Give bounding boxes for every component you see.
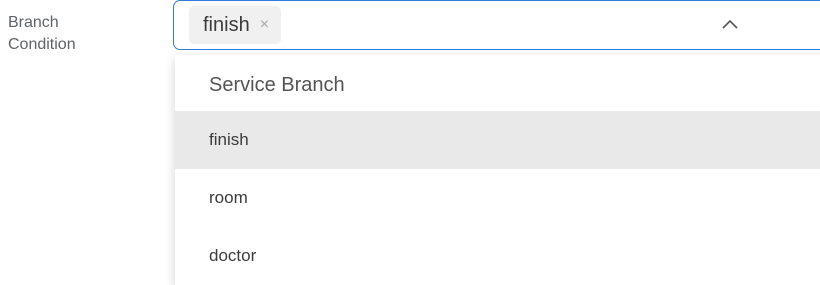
label-line-2: Condition xyxy=(8,36,76,53)
close-icon[interactable]: × xyxy=(260,16,269,34)
branch-condition-label: Branch Condition xyxy=(8,12,148,56)
option-finish[interactable]: finish xyxy=(175,111,820,169)
branch-condition-select[interactable]: finish × xyxy=(173,0,820,50)
dropdown-menu: Service Branch finish room doctor xyxy=(175,55,820,285)
option-room[interactable]: room xyxy=(175,169,820,227)
selected-tag: finish × xyxy=(189,6,282,44)
option-group-title: Service Branch xyxy=(209,74,345,96)
label-line-1: Branch xyxy=(8,14,59,31)
selected-tag-label: finish xyxy=(203,13,250,36)
option-doctor[interactable]: doctor xyxy=(175,227,820,285)
chevron-up-icon[interactable] xyxy=(720,15,740,35)
